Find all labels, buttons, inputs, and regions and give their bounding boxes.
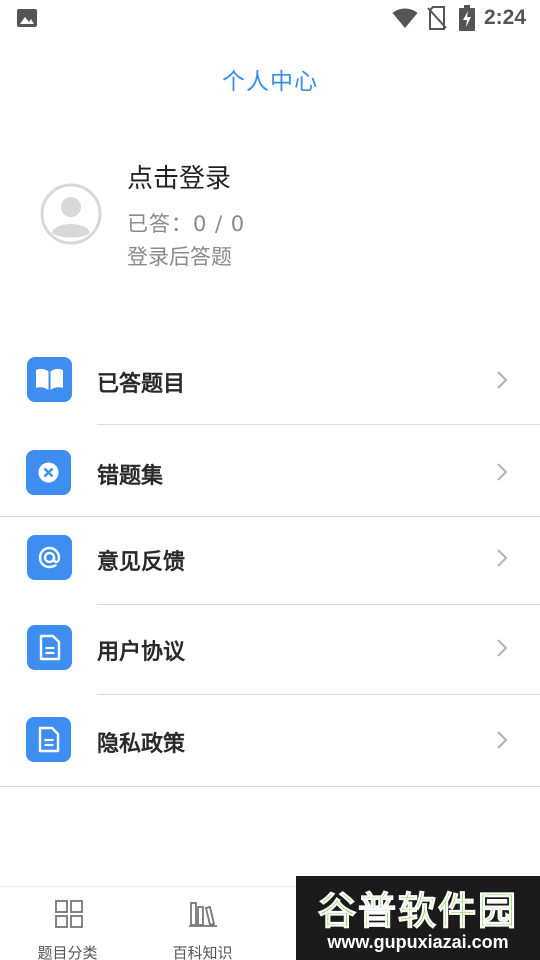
divider (0, 516, 540, 517)
gallery-icon (17, 9, 37, 27)
chevron-right-icon (497, 463, 508, 481)
document-icon (26, 717, 71, 762)
menu-item-feedback[interactable]: 意见反馈 (0, 512, 540, 602)
divider (97, 424, 540, 425)
battery-charging-icon (459, 5, 475, 31)
status-time: 2:24 (484, 6, 527, 29)
divider (97, 694, 540, 695)
close-circle-icon (26, 450, 71, 495)
menu-item-answered-questions[interactable]: 已答题目 (0, 334, 540, 424)
divider (0, 786, 540, 787)
menu-item-wrong-questions[interactable]: 错题集 (0, 426, 540, 516)
wifi-icon (392, 8, 418, 28)
divider (97, 604, 540, 605)
user-avatar-icon[interactable] (40, 183, 102, 245)
profile-card[interactable]: 点击登录 已答：0 / 0 登录后答题 (0, 150, 540, 280)
watermark-url: www.gupuxiazai.com (327, 932, 509, 952)
chevron-right-icon (497, 639, 508, 657)
menu-item-label: 用户协议 (97, 640, 186, 665)
menu-item-user-agreement[interactable]: 用户协议 (0, 602, 540, 692)
menu-item-label: 隐私政策 (97, 732, 186, 757)
chevron-right-icon (497, 549, 508, 567)
open-book-icon (27, 357, 72, 402)
watermark: 谷普软件园 www.gupuxiazai.com (296, 876, 540, 960)
chevron-right-icon (497, 371, 508, 389)
watermark-title: 谷普软件园 (317, 889, 518, 934)
tab-label: 题目分类 (37, 944, 98, 960)
grid-icon (55, 900, 83, 928)
library-icon (189, 902, 217, 927)
tab-question-categories[interactable]: 题目分类 (0, 887, 135, 960)
status-bar: 2:24 (0, 0, 540, 36)
settings-menu: 已答题目 错题集 意见反馈 用户协议 隐私政策 (0, 334, 540, 784)
tab-encyclopedia[interactable]: 百科知识 (135, 887, 270, 960)
menu-item-label: 错题集 (97, 464, 164, 489)
login-link[interactable]: 点击登录 (127, 158, 231, 195)
at-sign-icon (27, 535, 72, 580)
menu-item-label: 已答题目 (97, 372, 186, 397)
tab-label: 百科知识 (172, 944, 233, 960)
menu-item-privacy-policy[interactable]: 隐私政策 (0, 694, 540, 784)
chevron-right-icon (497, 731, 508, 749)
answered-count: 已答：0 / 0 (127, 212, 246, 236)
page-title: 个人中心 (222, 69, 318, 95)
login-hint: 登录后答题 (127, 245, 232, 269)
no-sim-icon (427, 6, 447, 30)
menu-item-label: 意见反馈 (97, 550, 186, 575)
document-icon (27, 625, 72, 670)
